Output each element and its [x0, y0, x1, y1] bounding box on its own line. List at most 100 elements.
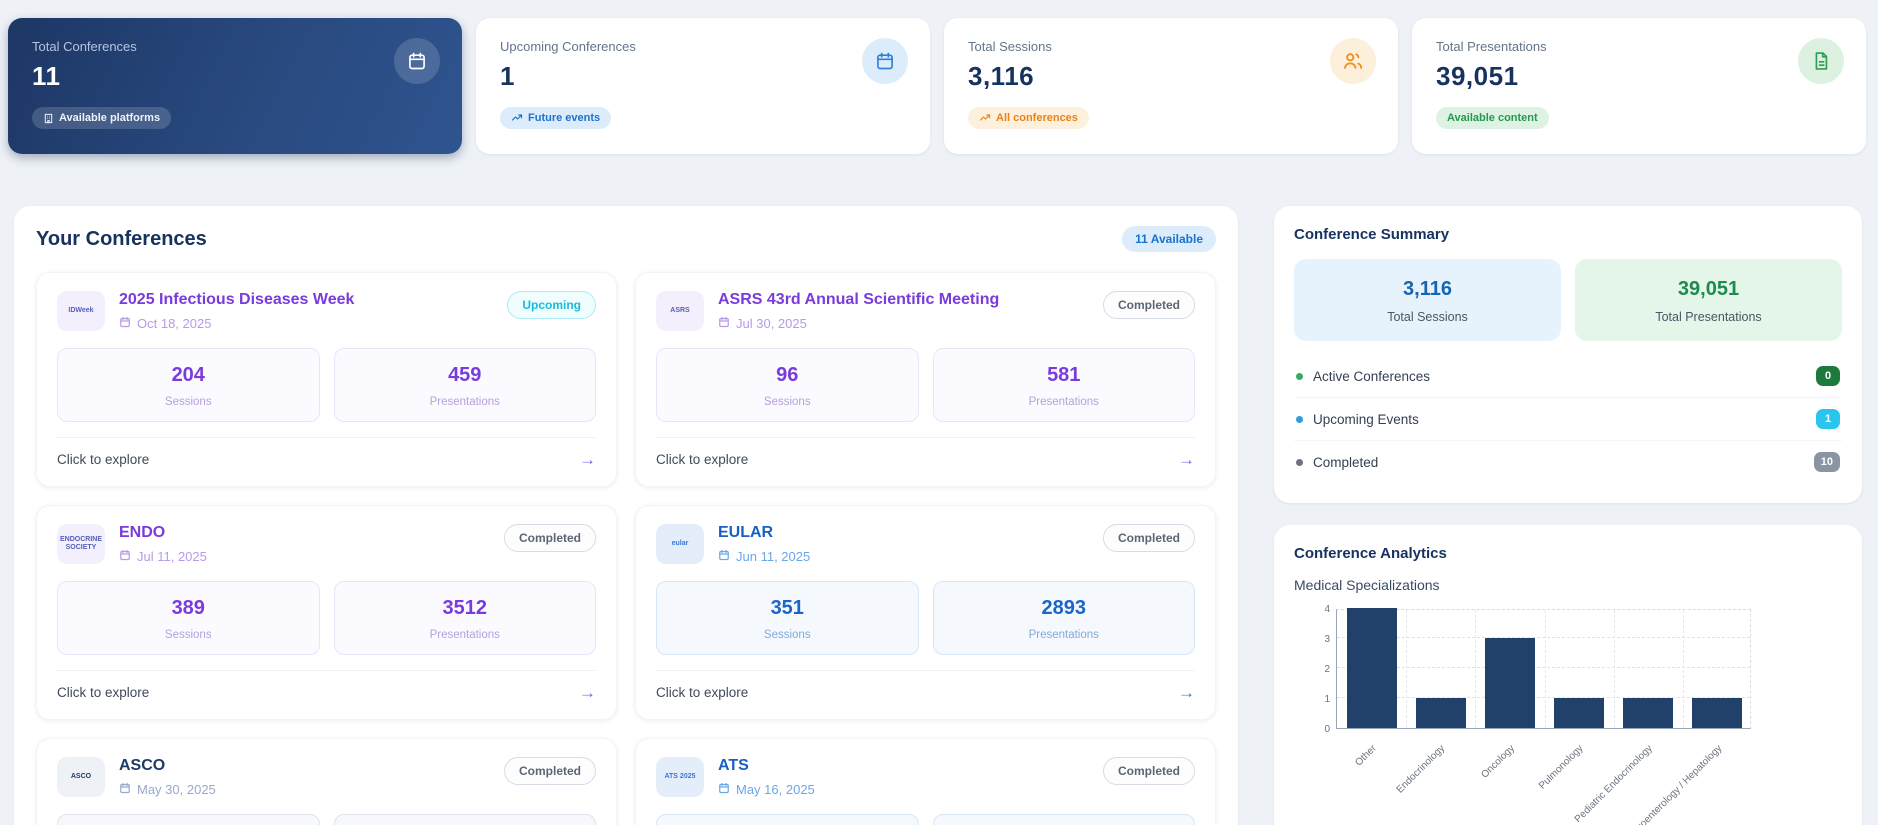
count-badge: 1	[1816, 409, 1840, 429]
status-dot-icon	[1296, 458, 1303, 466]
conference-card[interactable]: ATS 2025 ATS May 16, 2025 Completed Sess…	[635, 738, 1216, 825]
conference-date-text: Jul 30, 2025	[736, 316, 807, 331]
presentations-count: 2893	[1041, 597, 1087, 619]
explore-label: Click to explore	[57, 452, 150, 467]
stat-badge: All conferences	[968, 107, 1089, 129]
arrow-right-icon[interactable]: →	[1178, 684, 1195, 701]
sessions-stat-box: 96 Sessions	[656, 348, 919, 422]
stat-badge-label: Future events	[528, 112, 601, 124]
sidebar: Conference Summary 3,116 Total Sessions …	[1274, 206, 1862, 825]
x-axis-label: Pediatric Endocrinology	[1572, 743, 1656, 825]
presentations-stat-box: 3512 Presentations	[333, 581, 596, 655]
chart-bar	[1554, 698, 1605, 728]
presentations-count: 581	[1047, 364, 1081, 386]
chart-bar	[1415, 698, 1466, 728]
stat-badge: Available platforms	[32, 107, 172, 129]
sessions-stat-box: Sessions	[57, 814, 320, 825]
summary-title: Conference Summary	[1294, 226, 1450, 243]
presentations-count: 3512	[442, 597, 488, 619]
sessions-label: Sessions	[763, 629, 811, 641]
presentations-label: Presentations	[429, 629, 500, 641]
conference-logo: IDWeek	[57, 291, 105, 331]
summary-row-label: Upcoming Events	[1313, 411, 1419, 427]
conference-logo-text: ASCO	[70, 773, 92, 781]
chart-bar	[1692, 698, 1743, 728]
conference-date: Jul 30, 2025	[718, 316, 1089, 331]
medical-specializations-chart: 0 1 2 3 4 Other Endocrinology Oncology Pulmonol…	[1294, 604, 1842, 825]
calendar-icon	[394, 38, 440, 84]
presentations-label: Presentations	[1028, 629, 1099, 641]
stat-value: 11	[32, 61, 61, 91]
sessions-stat-box: 204 Sessions	[57, 348, 320, 422]
conference-card[interactable]: ASRS ASRS 43rd Annual Scientific Meeting…	[635, 272, 1216, 487]
stat-badge-icon	[511, 112, 523, 124]
status-badge: Completed	[1102, 291, 1195, 319]
chart-bar	[1484, 638, 1535, 728]
conference-title[interactable]: ASCO	[119, 757, 490, 775]
sessions-stat-box: 351 Sessions	[656, 581, 919, 655]
conference-logo-text: IDWeek	[68, 307, 94, 315]
calendar-icon	[718, 549, 730, 564]
explore-label: Click to explore	[656, 452, 749, 467]
presentations-stat-box: 2893 Presentations	[932, 581, 1195, 655]
conference-card[interactable]: eular EULAR Jun 11, 2025 Completed 351 S…	[635, 505, 1216, 720]
x-axis-label: Endocrinology	[1394, 743, 1448, 796]
conference-title[interactable]: ASRS 43rd Annual Scientific Meeting	[718, 291, 1089, 309]
conference-title[interactable]: 2025 Infectious Diseases Week	[119, 291, 493, 309]
arrow-right-icon[interactable]: →	[579, 684, 596, 701]
conference-title[interactable]: EULAR	[718, 524, 1089, 542]
stat-label: Total Sessions	[968, 39, 1052, 54]
stat-card: Total Conferences 11 Available platforms	[8, 18, 462, 154]
sessions-count: 204	[171, 364, 205, 386]
conference-date: Jul 11, 2025	[119, 549, 490, 564]
chart-plot-area	[1336, 608, 1751, 729]
total-presentations-value: 39,051	[1677, 278, 1740, 300]
conference-date-text: Jul 11, 2025	[137, 549, 207, 564]
calendar-icon	[718, 316, 730, 331]
conference-card[interactable]: ENDOCRINE SOCIETY ENDO Jul 11, 2025 Comp…	[36, 505, 617, 720]
stat-label: Upcoming Conferences	[500, 39, 636, 54]
stat-badge-label: Available content	[1447, 112, 1538, 124]
conference-date: May 30, 2025	[119, 782, 490, 797]
sessions-count: 351	[770, 597, 804, 619]
conference-logo-text: ATS 2025	[664, 773, 696, 781]
sessions-stat-box: 389 Sessions	[57, 581, 320, 655]
conference-date: Jun 11, 2025	[718, 549, 1089, 564]
total-presentations-label: Total Presentations	[1655, 310, 1762, 324]
chart-title: Medical Specializations	[1294, 577, 1440, 593]
total-sessions-box: 3,116 Total Sessions	[1294, 259, 1561, 341]
arrow-right-icon[interactable]: →	[1178, 451, 1195, 468]
conference-logo-text: ENDOCRINE SOCIETY	[59, 536, 102, 551]
conference-card[interactable]: ASCO ASCO May 30, 2025 Completed Session…	[36, 738, 617, 825]
summary-rows: Active Conferences 0 Upcoming Events 1 C…	[1294, 355, 1842, 483]
conference-title[interactable]: ENDO	[119, 524, 490, 542]
x-axis-label: Other	[1352, 743, 1379, 769]
stat-badge: Available content	[1436, 107, 1549, 129]
sessions-label: Sessions	[164, 629, 212, 641]
status-badge: Completed	[1102, 757, 1195, 785]
status-badge: Completed	[1102, 524, 1195, 552]
presentations-stat-box: 459 Presentations	[333, 348, 596, 422]
people-icon	[1330, 38, 1376, 84]
calendar-icon	[119, 782, 131, 797]
conference-logo: ASCO	[57, 757, 105, 797]
stat-badge: Future events	[500, 107, 612, 129]
stat-card: Upcoming Conferences 1 Future events	[476, 18, 930, 154]
conference-logo-text: eular	[671, 540, 689, 548]
stat-badge-icon	[43, 113, 54, 124]
stat-badge-label: Available platforms	[59, 112, 161, 124]
available-count-badge: 11 Available	[1122, 226, 1216, 252]
explore-label: Click to explore	[57, 685, 150, 700]
arrow-right-icon[interactable]: →	[579, 451, 596, 468]
conference-card[interactable]: IDWeek 2025 Infectious Diseases Week Oct…	[36, 272, 617, 487]
conference-logo: ATS 2025	[656, 757, 704, 797]
conference-logo: ENDOCRINE SOCIETY	[57, 524, 105, 564]
status-dot-icon	[1296, 372, 1303, 380]
summary-row-label: Completed	[1313, 454, 1379, 470]
summary-row: Completed 10	[1294, 441, 1842, 483]
presentations-label: Presentations	[1028, 396, 1099, 408]
y-axis-tick: 0	[1324, 724, 1330, 735]
analytics-title: Conference Analytics	[1294, 545, 1447, 562]
conference-date-text: Oct 18, 2025	[137, 316, 212, 331]
conference-title[interactable]: ATS	[718, 757, 1089, 775]
